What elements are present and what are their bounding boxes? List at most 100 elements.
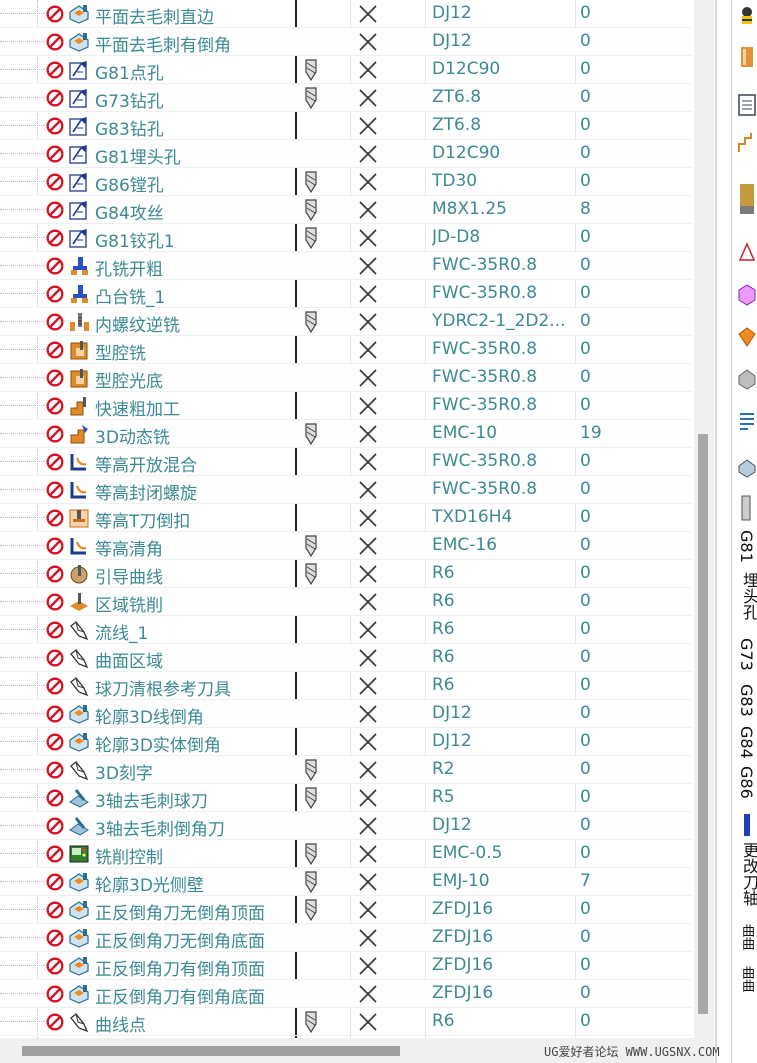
toolbar-label[interactable]: 曲曲 <box>737 966 756 992</box>
table-row[interactable]: 3轴去毛刺倒角刀 DJ12 0 <box>0 812 692 840</box>
table-row[interactable]: 孔铣开粗 FWC-35R0.8 0 <box>0 252 692 280</box>
table-row[interactable]: 正反倒角刀有倒角顶面 ZFDJ16 0 <box>0 952 692 980</box>
wireframe-icon[interactable] <box>736 240 757 266</box>
table-row[interactable]: 轮廓3D光侧壁 EMJ-10 7 <box>0 868 692 896</box>
operation-name[interactable]: 3轴去毛刺倒角刀 <box>95 815 225 840</box>
table-row[interactable]: 等高开放混合 FWC-35R0.8 0 <box>0 448 692 476</box>
table-row[interactable]: 轮廓3D线倒角 DJ12 0 <box>0 700 692 728</box>
operation-name[interactable]: 铣削控制 <box>95 843 163 868</box>
operation-name[interactable]: 流线_1 <box>95 619 148 644</box>
table-row[interactable]: 等高清角 EMC-16 0 <box>0 532 692 560</box>
steps-icon[interactable] <box>736 130 757 156</box>
toolbar-label[interactable]: 埋头孔 <box>737 572 757 620</box>
text-list-icon[interactable] <box>736 408 757 434</box>
vertical-scrollbar[interactable] <box>694 0 714 1038</box>
toolbar-label[interactable]: 更改刀轴 <box>737 842 757 906</box>
table-row[interactable]: G81点孔 D12C90 0 <box>0 56 692 84</box>
toolbar-label[interactable]: G84 <box>737 726 756 759</box>
table-row[interactable]: G81铰孔1 JD-D8 0 <box>0 224 692 252</box>
vertical-scroll-thumb[interactable] <box>698 434 708 1014</box>
table-row[interactable]: 区域铣削 R6 0 <box>0 588 692 616</box>
operation-name[interactable]: 轮廓3D线倒角 <box>95 703 204 728</box>
operation-name[interactable]: 正反倒角刀有倒角底面 <box>95 983 265 1008</box>
gray-block-icon[interactable] <box>736 366 757 392</box>
cube-icon[interactable] <box>736 282 757 308</box>
operation-name[interactable]: 孔铣开粗 <box>95 255 163 280</box>
drill-tool-icon[interactable] <box>736 494 757 521</box>
table-row[interactable]: 3D动态铣 EMC-10 19 <box>0 420 692 448</box>
operation-name[interactable]: 型腔铣 <box>95 339 146 364</box>
operation-name[interactable]: 曲线点 <box>95 1011 146 1036</box>
table-row[interactable]: G81埋头孔 D12C90 0 <box>0 140 692 168</box>
operation-name[interactable]: G73钻孔 <box>95 87 164 112</box>
toolbar-label[interactable]: G73 <box>737 638 756 671</box>
table-row[interactable]: 型腔铣 FWC-35R0.8 0 <box>0 336 692 364</box>
operation-name[interactable]: 正反倒角刀有倒角顶面 <box>95 955 265 980</box>
operation-name[interactable]: 内螺纹逆铣 <box>95 311 180 336</box>
operation-name[interactable]: 型腔光底 <box>95 367 163 392</box>
list-icon[interactable] <box>736 92 757 118</box>
operation-name[interactable]: G83钻孔 <box>95 115 164 140</box>
table-row[interactable]: 凸台铣_1 FWC-35R0.8 0 <box>0 280 692 308</box>
toolbar-label[interactable]: G81 <box>737 530 756 563</box>
operation-name[interactable]: 3D刻字 <box>95 759 153 784</box>
operation-name[interactable]: G86镗孔 <box>95 171 164 196</box>
operation-name[interactable]: 凸台铣_1 <box>95 283 165 308</box>
toolbar-label[interactable]: 曲曲 <box>737 924 756 950</box>
table-row[interactable]: 球刀清根参考刀具 R6 0 <box>0 672 692 700</box>
table-row[interactable]: 3轴去毛刺球刀 R5 0 <box>0 784 692 812</box>
operation-name[interactable]: 正反倒角刀无倒角底面 <box>95 927 265 952</box>
table-row[interactable]: 快速粗加工 FWC-35R0.8 0 <box>0 392 692 420</box>
table-row[interactable]: 正反倒角刀无倒角底面 ZFDJ16 0 <box>0 924 692 952</box>
operation-name[interactable]: 等高T刀倒扣 <box>95 507 190 532</box>
tool-icon[interactable] <box>736 44 757 70</box>
operation-name[interactable]: 正反倒角刀无倒角顶面 <box>95 899 265 924</box>
operation-name[interactable]: 区域铣削 <box>95 591 163 616</box>
table-row[interactable]: 曲面区域 R6 0 <box>0 644 692 672</box>
operation-name[interactable]: 等高清角 <box>95 535 163 560</box>
orange-block-icon[interactable] <box>736 324 757 350</box>
toolbar-label[interactable]: G86 <box>737 766 756 799</box>
part-icon[interactable] <box>736 182 757 214</box>
operation-name[interactable]: G81埋头孔 <box>95 143 181 168</box>
chamfer-block-icon[interactable] <box>736 454 757 480</box>
operation-name[interactable]: 轮廓3D实体倒角 <box>95 731 221 756</box>
table-row[interactable]: 等高封闭螺旋 FWC-35R0.8 0 <box>0 476 692 504</box>
operation-name[interactable]: 快速粗加工 <box>95 395 180 420</box>
operation-name[interactable]: 轮廓3D光侧壁 <box>95 871 204 896</box>
operation-name[interactable]: 平面去毛刺直边 <box>95 3 214 28</box>
table-row[interactable]: G83钻孔 ZT6.8 0 <box>0 112 692 140</box>
table-row[interactable]: 铣削控制 EMC-0.5 0 <box>0 840 692 868</box>
operation-name[interactable]: G81点孔 <box>95 59 164 84</box>
toolbar-label[interactable]: G83 <box>737 684 756 717</box>
table-row[interactable]: G73钻孔 ZT6.8 0 <box>0 84 692 112</box>
table-row[interactable]: G86镗孔 TD30 0 <box>0 168 692 196</box>
table-row[interactable]: 平面去毛刺直边 DJ12 0 <box>0 0 692 28</box>
table-row[interactable]: 正反倒角刀无倒角顶面 ZFDJ16 0 <box>0 896 692 924</box>
operation-name[interactable]: G84攻丝 <box>95 199 164 224</box>
table-row[interactable]: 轮廓3D实体倒角 DJ12 0 <box>0 728 692 756</box>
operation-name[interactable]: 曲面区域 <box>95 647 163 672</box>
operation-name[interactable]: 3轴去毛刺球刀 <box>95 787 208 812</box>
tool-axis-icon[interactable] <box>736 812 757 838</box>
table-row[interactable]: 内螺纹逆铣 YDRC2-1_2D2... 0 <box>0 308 692 336</box>
table-row[interactable]: 型腔光底 FWC-35R0.8 0 <box>0 364 692 392</box>
operation-name[interactable]: G81铰孔1 <box>95 227 175 252</box>
operation-name[interactable]: 引导曲线 <box>95 563 163 588</box>
table-row[interactable]: 等高T刀倒扣 TXD16H4 0 <box>0 504 692 532</box>
bee-icon[interactable] <box>736 4 757 30</box>
operation-name[interactable]: 等高开放混合 <box>95 451 197 476</box>
table-row[interactable]: 流线_1 R6 0 <box>0 616 692 644</box>
operation-name[interactable]: 等高封闭螺旋 <box>95 479 197 504</box>
table-row[interactable]: 3D刻字 R2 0 <box>0 756 692 784</box>
horizontal-scroll-thumb[interactable] <box>22 1046 400 1056</box>
table-row[interactable]: 平面去毛刺有倒角 DJ12 0 <box>0 28 692 56</box>
operation-name[interactable]: 球刀清根参考刀具 <box>95 675 231 700</box>
table-row[interactable]: 正反倒角刀有倒角底面 ZFDJ16 0 <box>0 980 692 1008</box>
panel-splitter[interactable] <box>715 0 717 1063</box>
operation-name[interactable]: 平面去毛刺有倒角 <box>95 31 231 56</box>
table-row[interactable]: G84攻丝 M8X1.25 8 <box>0 196 692 224</box>
table-row[interactable]: 引导曲线 R6 0 <box>0 560 692 588</box>
operation-name[interactable]: 3D动态铣 <box>95 423 170 448</box>
table-row[interactable]: 曲线点 R6 0 <box>0 1008 692 1036</box>
